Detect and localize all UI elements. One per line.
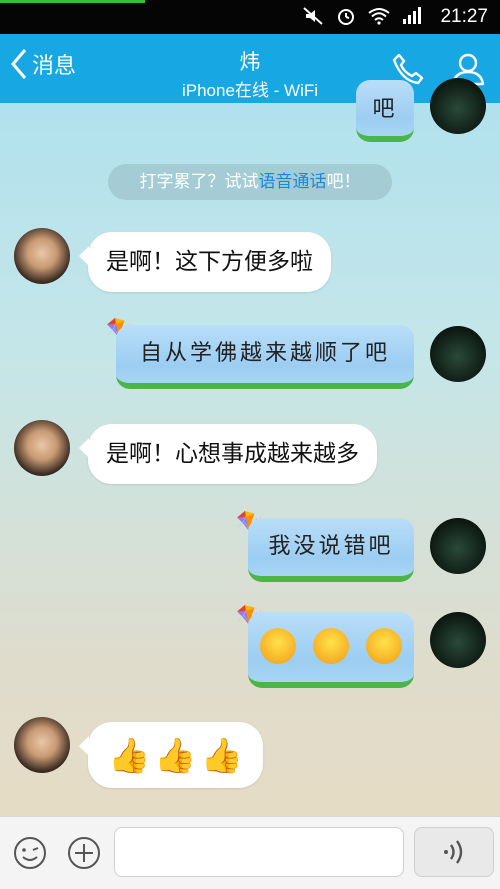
message-text: 是啊！这下方便多啦 (106, 249, 313, 275)
avatar[interactable] (14, 420, 70, 476)
system-message: 打字累了？试试语音通话吧！ (108, 164, 392, 200)
thumbs-up-icon: 👍 (200, 735, 244, 776)
status-icons (302, 6, 422, 26)
plus-icon[interactable] (66, 835, 102, 871)
message-bubble[interactable]: 自从学佛越来越顺了吧 (116, 325, 414, 389)
status-progress-line (0, 0, 145, 3)
voice-button[interactable] (414, 827, 494, 877)
voice-icon (444, 840, 463, 864)
message-bubble[interactable]: 是啊！这下方便多啦 (79, 232, 331, 292)
thumbs-up-icon: 👍 (108, 735, 151, 776)
status-bar: 21:27 (0, 0, 500, 34)
avatar[interactable] (430, 518, 486, 574)
message-text: 吧 (372, 97, 398, 122)
mute-icon (303, 7, 323, 25)
input-bar (0, 816, 500, 889)
smile-emoji-icon (260, 628, 296, 664)
message-bubble[interactable]: 是啊！心想事成越来越多 (79, 424, 377, 484)
avatar[interactable] (430, 326, 486, 382)
message-text: 自从学佛越来越顺了吧 (139, 341, 390, 366)
message-input[interactable] (114, 827, 404, 877)
status-time: 21:27 (440, 6, 488, 27)
message-text: 是啊！心想事成越来越多 (106, 441, 359, 467)
message-bubble-partial[interactable]: 吧 (356, 80, 414, 142)
emoji-icon[interactable] (12, 835, 48, 871)
smile-emoji-icon (313, 628, 349, 664)
alarm-icon (338, 9, 354, 25)
message-bubble-emoji[interactable]: 👍 👍 👍 (78, 722, 264, 788)
emoji-row (248, 612, 414, 664)
message-text: 我没说错吧 (268, 534, 394, 559)
avatar[interactable] (14, 717, 70, 773)
avatar[interactable] (14, 228, 70, 284)
wifi-icon (368, 8, 390, 25)
thumbs-up-icon: 👍 (154, 735, 197, 776)
chat-header: 消息 炜 iPhone在线 - WiFi (0, 34, 500, 103)
system-text: 打字累了？试试 (139, 172, 259, 192)
avatar[interactable] (430, 612, 486, 668)
avatar[interactable] (430, 78, 486, 134)
system-text-end: 吧！ (326, 172, 361, 192)
message-bubble-emoji[interactable] (248, 612, 414, 688)
message-bubble[interactable]: 我没说错吧 (248, 518, 414, 582)
signal-icon (403, 7, 421, 24)
voice-call-link[interactable]: 语音通话 (259, 172, 327, 192)
smile-emoji-icon (366, 628, 402, 664)
